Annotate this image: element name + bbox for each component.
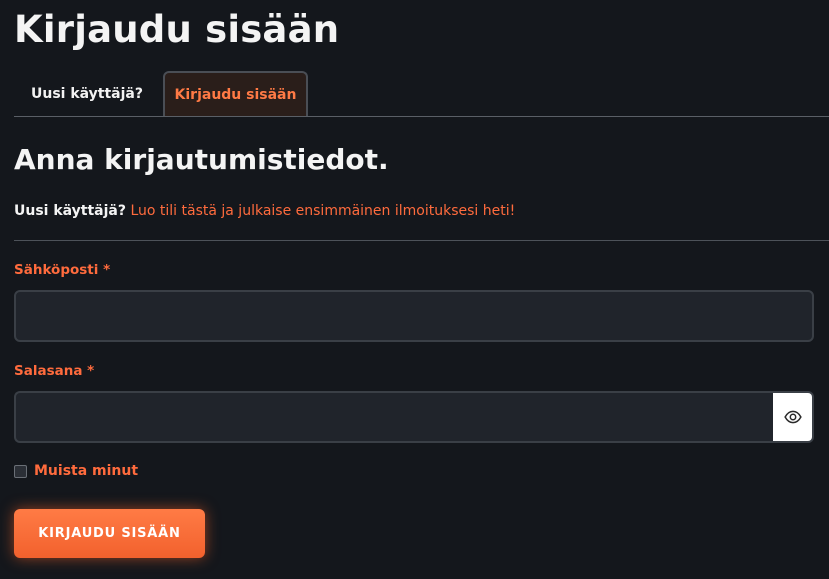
remember-label: Muista minut	[34, 463, 139, 479]
password-field[interactable]	[14, 391, 774, 443]
password-label: Salasana *	[14, 363, 95, 379]
signup-question: Uusi käyttäjä?	[14, 203, 126, 219]
tab-new-user[interactable]: Uusi käyttäjä?	[14, 71, 160, 116]
email-label: Sähköposti *	[14, 262, 111, 278]
section-divider	[14, 240, 829, 241]
login-page: Kirjaudu sisään Uusi käyttäjä? Kirjaudu …	[0, 0, 829, 579]
tab-bar-divider	[14, 116, 829, 117]
eye-icon	[783, 410, 802, 424]
signup-prompt: Uusi käyttäjä? Luo tili tästä ja julkais…	[14, 203, 515, 219]
remember-checkbox[interactable]	[14, 464, 27, 478]
tab-bar: Uusi käyttäjä? Kirjaudu sisään	[14, 71, 829, 117]
signup-link[interactable]: Luo tili tästä ja julkaise ensimmäinen i…	[130, 203, 515, 219]
login-button[interactable]: KIRJAUDU SISÄÄN	[14, 509, 205, 558]
remember-me[interactable]: Muista minut	[14, 463, 138, 479]
show-password-button[interactable]	[773, 391, 814, 443]
form-heading: Anna kirjautumistiedot.	[14, 143, 389, 176]
page-title: Kirjaudu sisään	[14, 8, 340, 51]
tab-login[interactable]: Kirjaudu sisään	[163, 71, 308, 117]
email-field[interactable]	[14, 290, 814, 342]
